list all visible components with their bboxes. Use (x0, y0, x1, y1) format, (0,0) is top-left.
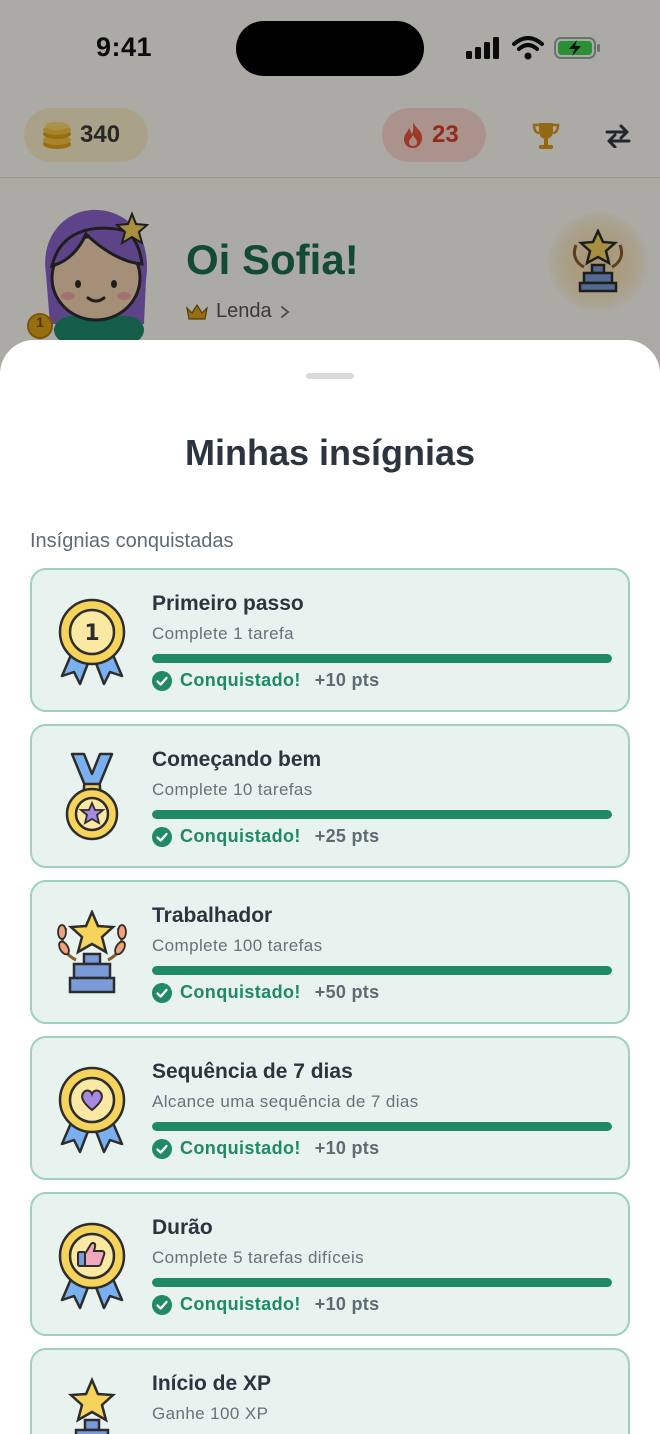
trophy-star-icon (57, 910, 127, 994)
badge-name: Sequência de 7 dias (152, 1060, 353, 1083)
badge-card[interactable]: Começando bem Complete 10 tarefas Conqui… (30, 724, 630, 868)
badge-points: +10 pts (314, 1138, 380, 1158)
badge-description: Complete 10 tarefas (152, 780, 313, 799)
badge-card[interactable]: Trabalhador Complete 100 tarefas Conquis… (30, 880, 630, 1024)
svg-text:1: 1 (84, 621, 99, 646)
check-circle-icon (152, 670, 172, 691)
badge-card[interactable]: Início de XP Ganhe 100 XP (30, 1348, 630, 1434)
badge-progress-bar (152, 966, 612, 975)
star-trophy-icon (67, 1376, 117, 1434)
section-label: Insígnias conquistadas (30, 530, 234, 552)
badge-progress-bar (152, 810, 612, 819)
badge-status: Conquistado! (180, 826, 301, 846)
badge-card[interactable]: Durão Complete 5 tarefas difíceis Conqui… (30, 1192, 630, 1336)
badge-progress-fill (152, 1278, 612, 1287)
badge-status-row: Conquistado! +10 pts (152, 1294, 379, 1315)
badge-name: Primeiro passo (152, 592, 304, 615)
check-circle-icon (152, 1294, 172, 1315)
badge-status: Conquistado! (180, 670, 301, 690)
badge-icon-wrap (52, 908, 132, 998)
badge-description: Ganhe 100 XP (152, 1404, 269, 1423)
check-circle-icon (152, 982, 172, 1003)
badge-name: Durão (152, 1216, 213, 1239)
badge-progress-bar (152, 1278, 612, 1287)
badge-description: Complete 1 tarefa (152, 624, 294, 643)
sheet-grabber[interactable] (306, 373, 354, 379)
badge-status: Conquistado! (180, 982, 301, 1002)
badge-icon-wrap (52, 1220, 132, 1310)
badge-status-row: Conquistado! +25 pts (152, 826, 379, 847)
badge-progress-fill (152, 966, 612, 975)
thumbs-up-rosette-icon (58, 1222, 126, 1310)
check-circle-icon (152, 826, 172, 847)
badge-status-row: Conquistado! +50 pts (152, 982, 379, 1003)
badge-progress-fill (152, 810, 612, 819)
badge-name: Trabalhador (152, 904, 273, 927)
badge-icon-wrap (52, 1376, 132, 1434)
badge-list: 1 Primeiro passo Complete 1 tarefa Conqu… (30, 568, 630, 1434)
badge-name: Início de XP (152, 1372, 272, 1395)
badge-card[interactable]: 1 Primeiro passo Complete 1 tarefa Conqu… (30, 568, 630, 712)
badge-status-row: Conquistado! +10 pts (152, 670, 379, 691)
badge-status: Conquistado! (180, 1138, 301, 1158)
badge-progress-fill (152, 1122, 612, 1131)
badge-status-row: Conquistado! +10 pts (152, 1138, 379, 1159)
badge-points: +25 pts (314, 826, 380, 846)
badge-name: Começando bem (152, 748, 322, 771)
sheet-title: Minhas insígnias (184, 432, 476, 473)
badge-progress-fill (152, 654, 612, 663)
badge-description: Complete 5 tarefas difíceis (152, 1248, 365, 1267)
badge-progress-bar (152, 654, 612, 663)
check-circle-icon (152, 1138, 172, 1159)
badges-sheet: Minhas insígnias Insígnias conquistadas … (0, 340, 660, 1434)
star-medal-icon (65, 752, 119, 841)
medal-1-icon: 1 (58, 598, 126, 686)
badge-points: +10 pts (314, 1294, 380, 1314)
heart-rosette-icon (58, 1066, 126, 1154)
badge-points: +50 pts (314, 982, 380, 1002)
badge-points: +10 pts (314, 670, 380, 690)
badge-icon-wrap (52, 1064, 132, 1154)
badge-icon-wrap (52, 752, 132, 842)
badge-description: Alcance uma sequência de 7 dias (152, 1092, 419, 1111)
badge-status: Conquistado! (180, 1294, 301, 1314)
badge-card[interactable]: Sequência de 7 dias Alcance uma sequênci… (30, 1036, 630, 1180)
badge-icon-wrap: 1 (52, 596, 132, 686)
badge-progress-bar (152, 1122, 612, 1131)
badge-description: Complete 100 tarefas (152, 936, 323, 955)
